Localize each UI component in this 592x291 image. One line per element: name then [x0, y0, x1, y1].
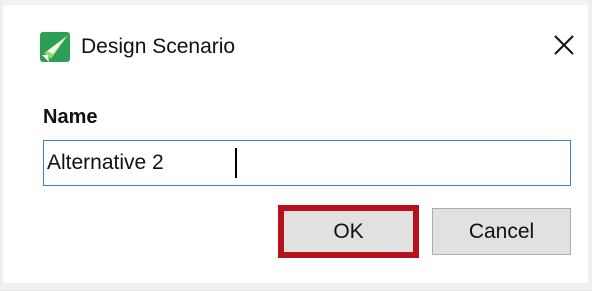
design-scenario-dialog: Design Scenario Name OK Cancel: [0, 0, 592, 291]
dialog-bottom-edge: [0, 283, 592, 291]
ok-button[interactable]: OK: [281, 208, 416, 255]
close-button[interactable]: [547, 28, 581, 62]
dialog-top-edge: [0, 0, 592, 5]
name-input[interactable]: [44, 141, 570, 185]
cancel-button[interactable]: Cancel: [432, 208, 571, 255]
close-icon: [554, 35, 574, 55]
text-cursor: [235, 148, 237, 178]
dialog-right-edge: [588, 0, 592, 291]
dialog-left-edge: [0, 0, 3, 291]
design-scenario-app-icon: [38, 30, 72, 64]
name-field-container: [43, 140, 571, 186]
name-label: Name: [43, 106, 98, 128]
dialog-title: Design Scenario: [81, 35, 236, 58]
